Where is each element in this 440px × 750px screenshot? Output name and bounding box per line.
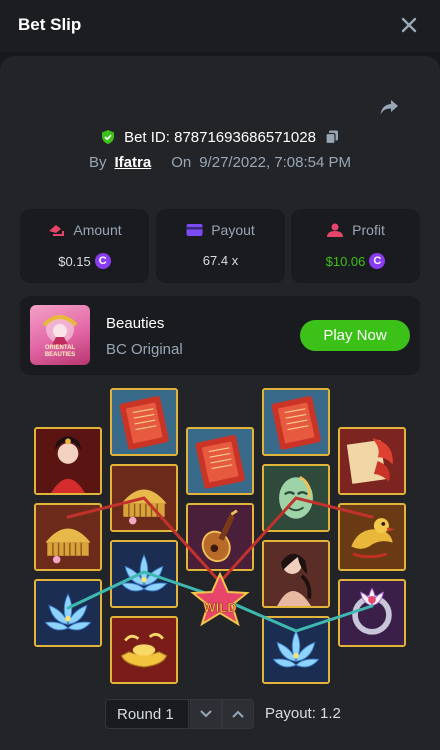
reel-symbol-jade-mask <box>262 464 330 532</box>
wallet-icon <box>186 224 203 236</box>
amount-card: Amount $0.15 C <box>20 209 149 283</box>
round-select[interactable]: Round 1 <box>105 699 189 729</box>
payout-card: Payout 67.4 x <box>156 209 285 283</box>
bet-id: Bet ID: 8787169368657102​8 <box>124 128 316 146</box>
thumb-title-2: BEAUTIES <box>44 352 76 358</box>
thumb-title-1: ORIENTAL <box>44 345 76 351</box>
game-card: ORIENTAL BEAUTIES Beauties BC Original P… <box>20 296 420 375</box>
reel-symbol-gold-ingot <box>110 616 178 684</box>
by-label: By <box>89 154 107 171</box>
copy-icon[interactable] <box>324 129 340 145</box>
game-name: Beauties <box>106 315 165 332</box>
play-now-button[interactable]: Play Now <box>300 320 410 351</box>
reel-symbol-gold-bird <box>338 503 406 571</box>
payout-label: Payout <box>211 222 255 238</box>
bet-datetime: 9/27/2022, 7:08:54 PM <box>199 154 351 171</box>
reel-symbol-blue-lotus <box>110 540 178 608</box>
reel-symbol-lady-dark <box>262 540 330 608</box>
reel-symbol-gold-comb <box>110 464 178 532</box>
reel-symbol-blue-lotus <box>262 616 330 684</box>
reel-symbol-wild-star <box>186 579 254 647</box>
bet-slip-header: Bet Slip <box>0 0 440 52</box>
on-label: On <box>171 154 192 171</box>
bcd-coin-icon: C <box>94 253 111 269</box>
round-payout: Payout: 1.2 <box>265 705 341 722</box>
reel-symbol-lady-red <box>34 427 102 495</box>
profit-label: Profit <box>352 222 385 238</box>
chevron-up-icon <box>232 710 244 718</box>
amount-value: $0.15 <box>58 253 91 269</box>
profit-value: $10.06 <box>325 253 366 269</box>
game-thumbnail[interactable]: ORIENTAL BEAUTIES <box>30 305 90 365</box>
round-next-button[interactable] <box>190 699 222 729</box>
round-label: Round 1 <box>117 705 174 723</box>
bet-meta-row: By Ifatra On 9/27/2022, 7:08:54 PM <box>0 154 440 174</box>
user-link[interactable]: Ifatra <box>115 154 152 171</box>
bet-id-row: Bet ID: 8787169368657102​8 <box>0 127 440 147</box>
reel-symbol-red-fan <box>110 388 178 456</box>
reel-symbol-gold-comb <box>34 503 102 571</box>
profit-icon <box>327 223 344 237</box>
bcd-coin-icon: C <box>369 253 386 269</box>
header-title: Bet Slip <box>18 15 82 34</box>
reel-grid: WILD <box>20 386 420 686</box>
payout-value: 67.4 x <box>202 253 239 268</box>
round-controls: Round 1 Payout: 1.2 <box>0 699 440 731</box>
amount-label: Amount <box>73 222 122 238</box>
reel-symbol-lotus-ring <box>338 579 406 647</box>
reel-symbol-pipa-lute <box>186 503 254 571</box>
profit-card: Profit $10.06 C <box>291 209 420 283</box>
close-icon[interactable] <box>398 14 420 36</box>
reel-symbol-red-fan <box>186 427 254 495</box>
reel-symbol-red-fan <box>262 388 330 456</box>
share-icon[interactable] <box>378 96 400 118</box>
reel-symbol-koi-scroll <box>338 427 406 495</box>
shield-check-icon <box>102 130 115 144</box>
round-prev-button[interactable] <box>222 699 254 729</box>
chevron-down-icon <box>200 710 212 718</box>
reel-symbol-blue-lotus <box>34 579 102 647</box>
game-provider: BC Original <box>106 341 183 358</box>
bet-amount-icon <box>49 225 65 236</box>
